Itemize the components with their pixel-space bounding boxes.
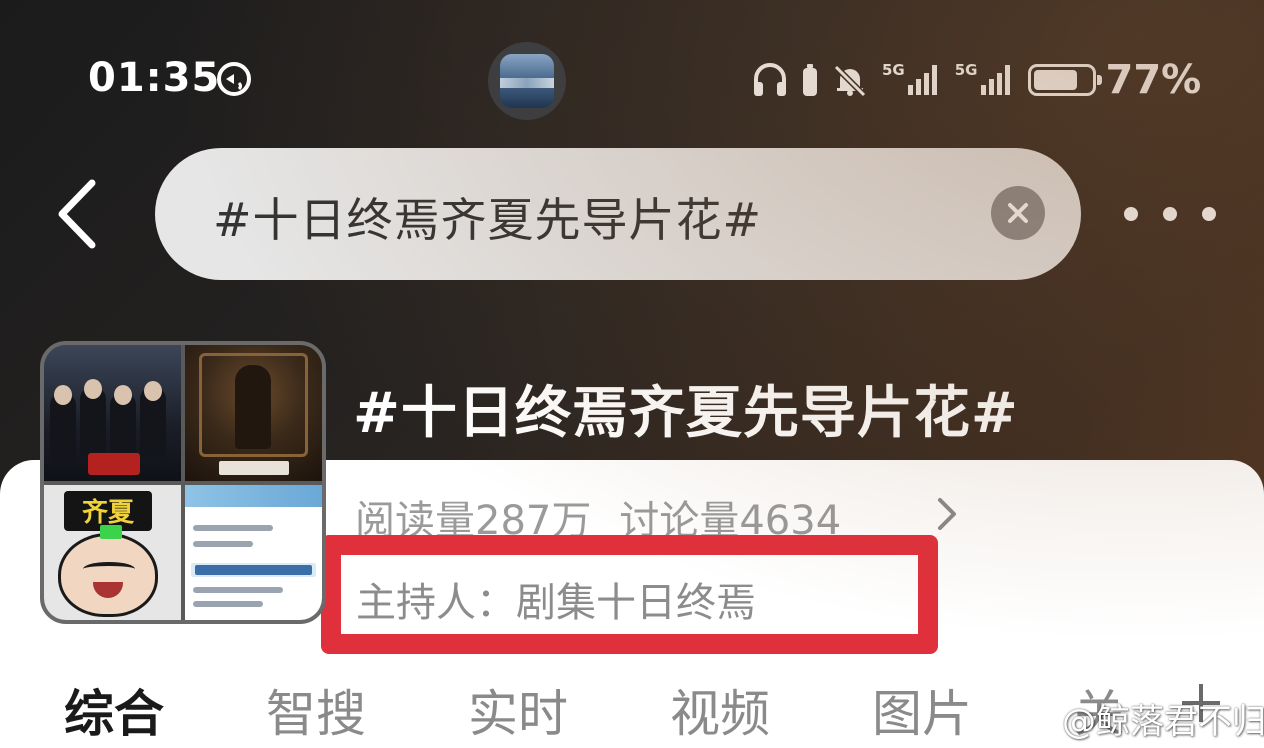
thumbnail-meme-image: 齐夏 [44,484,181,620]
center-avatar[interactable] [488,42,566,120]
battery-fill [1033,70,1077,90]
signal-icon [980,65,1010,95]
network-label: 5G [954,61,978,79]
search-bar[interactable]: #十日终焉齐夏先导片花# [155,148,1081,280]
tab-comprehensive[interactable]: 综合 [64,674,164,746]
tab-video[interactable]: 视频 [670,674,770,746]
tab-realtime[interactable]: 实时 [468,674,568,746]
back-button[interactable] [50,178,102,250]
tab-images[interactable]: 图片 [872,674,972,746]
topic-thumbnail[interactable]: 齐夏 [40,341,326,624]
host-label[interactable]: 主持人：剧集十日终焉 [356,570,756,628]
network-label: 5G [882,61,905,79]
clear-search-button[interactable] [991,186,1045,240]
signal-icon [907,65,937,95]
headphones-icon [754,63,786,96]
weibo-logo-icon [1010,704,1056,737]
watermark-text: @鲸落君不归 [1062,702,1264,742]
more-dots-icon [1124,207,1138,221]
status-time: 01:35 [88,55,221,101]
battery-small-icon [803,64,817,96]
battery-icon [1027,64,1102,96]
mute-bell-icon [833,64,867,97]
status-icons: 5G 5G 77% [752,52,1201,108]
avatar-image [500,54,554,108]
signal-group-1: 5G [882,63,941,97]
chevron-right-icon[interactable] [932,494,962,534]
app-screen: 01:35 5G 5G 77% #十日终焉齐夏先导片花# #十日终焉齐夏先导片花… [0,0,1264,748]
sync-icon [215,60,253,98]
topic-title: #十日终焉齐夏先导片花# [353,381,1019,446]
search-input[interactable]: #十日终焉齐夏先导片花# [213,184,762,250]
tab-smart-search[interactable]: 智搜 [266,674,366,746]
battery-percent: 77% [1105,57,1202,103]
watermark: @鲸落君不归 [1010,694,1264,743]
signal-group-2: 5G [955,63,1014,97]
thumbnail-image [44,345,181,481]
close-icon [1008,203,1028,223]
more-button[interactable] [1124,196,1216,232]
thumbnail-sign-text: 齐夏 [81,498,134,528]
thumbnail-image [185,345,322,481]
thumbnail-screenshot-image [185,484,322,620]
chevron-left-icon [58,179,96,249]
